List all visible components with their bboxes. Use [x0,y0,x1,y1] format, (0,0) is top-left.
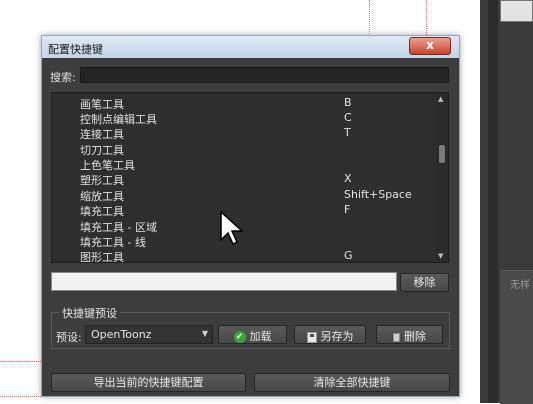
list-item[interactable]: 缩放工具 Shift+Space [52,187,436,203]
guide-line [369,0,370,40]
close-icon: x [426,38,434,52]
delete-label: 删除 [404,330,426,343]
shortcut-name: 填充工具 [80,205,124,218]
save-as-label: 另存为 [320,330,354,343]
background-scroll-strip [488,0,498,403]
remove-button[interactable]: 移除 [400,273,449,292]
dialog-title-bar[interactable]: 配置快捷键 x [42,36,459,58]
list-item[interactable]: 切刀工具 [52,141,436,157]
scroll-thumb[interactable] [439,145,445,163]
save-icon [306,331,317,343]
shortcut-key: C [344,111,352,124]
list-scrollbar[interactable]: ▲ ▼ [436,93,448,262]
mouse-cursor-icon [220,210,244,246]
preset-group-title: 快捷键预设 [59,305,120,321]
list-item[interactable]: 画笔工具 B [52,95,436,111]
load-label: 加载 [249,330,272,343]
shortcut-key: B [344,96,352,109]
check-icon: ✔ [233,331,246,343]
shortcut-name: 图形工具 [80,251,124,263]
delete-button[interactable]: 删除 [376,325,443,344]
background-top-box [500,0,533,22]
guide-line [0,361,41,362]
preset-selected-value: OpenToonz [91,328,152,341]
scroll-up-icon[interactable]: ▲ [438,95,443,103]
trash-icon [393,332,400,342]
load-button[interactable]: ✔ 加载 [218,325,287,344]
save-as-button[interactable]: 另存为 [294,325,366,344]
shortcut-name: 连接工具 [80,128,124,141]
list-item[interactable]: 塑形工具 X [52,171,436,187]
shortcut-key: X [344,172,352,185]
preset-label: 预设: [56,331,82,344]
shortcut-key: T [344,126,351,139]
guide-line [0,396,41,397]
search-input[interactable] [80,67,449,83]
clear-all-shortcuts-button[interactable]: 清除全部快捷键 [254,373,450,392]
background-side-label: 无样 [510,280,530,291]
shortcut-key: F [344,203,351,216]
list-item[interactable]: 图形工具 G [52,248,436,263]
scroll-down-icon[interactable]: ▼ [438,252,443,260]
shortcut-config-dialog: 配置快捷键 x 搜索: 画笔工具 B 控制点编辑工具 C 连接工具 T 切刀工具… [41,35,460,397]
shortcut-key-input[interactable] [51,272,397,291]
list-item[interactable]: 连接工具 T [52,125,436,141]
close-button[interactable]: x [409,37,451,55]
dialog-title: 配置快捷键 [48,43,103,56]
list-item[interactable]: 上色笔工具 [52,156,436,172]
shortcut-list[interactable]: 画笔工具 B 控制点编辑工具 C 连接工具 T 切刀工具 上色笔工具 塑形工具 … [51,92,449,263]
chevron-down-icon: ▼ [201,329,208,338]
list-item[interactable]: 控制点编辑工具 C [52,110,436,126]
search-label: 搜索: [50,71,76,84]
guide-line [426,0,427,35]
shortcut-name: 塑形工具 [80,174,124,187]
shortcut-key: Shift+Space [344,188,412,201]
shortcut-key: G [344,249,353,262]
preset-select[interactable]: OpenToonz ▼ [85,325,213,344]
export-shortcuts-button[interactable]: 导出当前的快捷键配置 [51,373,246,392]
